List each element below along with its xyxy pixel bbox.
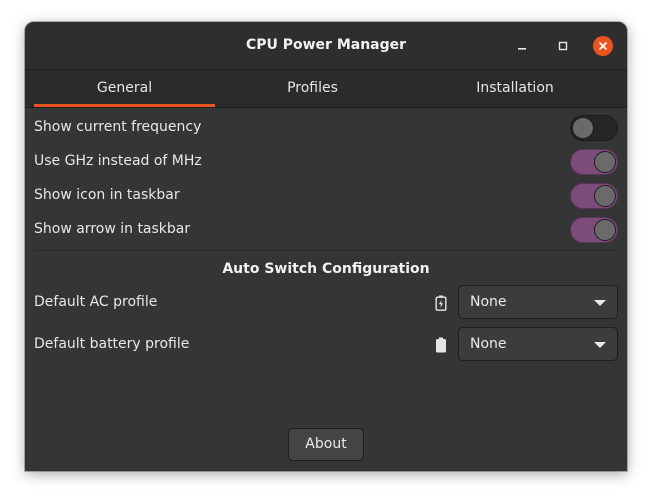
chevron-down-icon [594, 300, 606, 306]
close-button[interactable] [593, 36, 613, 56]
ac-profile-row: Default AC profile None [34, 285, 618, 319]
tab-bar: General Profiles Installation [25, 70, 627, 108]
toggle-knob [572, 117, 594, 139]
show-frequency-toggle[interactable] [570, 115, 618, 141]
maximize-icon [558, 41, 568, 51]
tab-installation[interactable]: Installation [411, 70, 619, 107]
setting-row-use-ghz: Use GHz instead of MHz [34, 145, 618, 179]
ac-profile-value: None [470, 294, 507, 310]
show-arrow-toggle[interactable] [570, 217, 618, 243]
minimize-button[interactable] [512, 36, 532, 56]
setting-label: Show current frequency [34, 119, 202, 135]
maximize-button[interactable] [553, 36, 573, 56]
battery-charging-icon [435, 295, 447, 311]
setting-row-show-icon: Show icon in taskbar [34, 179, 618, 213]
ac-profile-dropdown[interactable]: None [458, 285, 618, 319]
battery-icon [436, 337, 446, 353]
section-title: Auto Switch Configuration [222, 261, 430, 277]
battery-profile-row: Default battery profile None [34, 327, 618, 361]
setting-row-show-arrow: Show arrow in taskbar [34, 213, 618, 247]
chevron-down-icon [594, 342, 606, 348]
toggle-knob [594, 185, 616, 207]
toggle-knob [594, 219, 616, 241]
battery-profile-dropdown[interactable]: None [458, 327, 618, 361]
window-title: CPU Power Manager [245, 37, 407, 53]
about-button[interactable]: About [288, 428, 364, 461]
toggle-knob [594, 151, 616, 173]
minimize-icon [518, 48, 526, 50]
use-ghz-toggle[interactable] [570, 149, 618, 175]
divider [34, 250, 618, 251]
ac-profile-label: Default AC profile [34, 294, 158, 310]
battery-profile-label: Default battery profile [34, 336, 190, 352]
setting-label: Use GHz instead of MHz [34, 153, 202, 169]
title-bar: CPU Power Manager [25, 22, 627, 70]
close-icon [599, 42, 607, 50]
setting-label: Show arrow in taskbar [34, 221, 191, 237]
setting-label: Show icon in taskbar [34, 187, 180, 203]
setting-row-show-frequency: Show current frequency [34, 111, 618, 145]
tab-profiles[interactable]: Profiles [222, 70, 403, 107]
app-window: CPU Power Manager General Profiles Insta… [25, 22, 627, 471]
show-icon-toggle[interactable] [570, 183, 618, 209]
tab-general[interactable]: General [34, 70, 215, 107]
battery-profile-value: None [470, 336, 507, 352]
